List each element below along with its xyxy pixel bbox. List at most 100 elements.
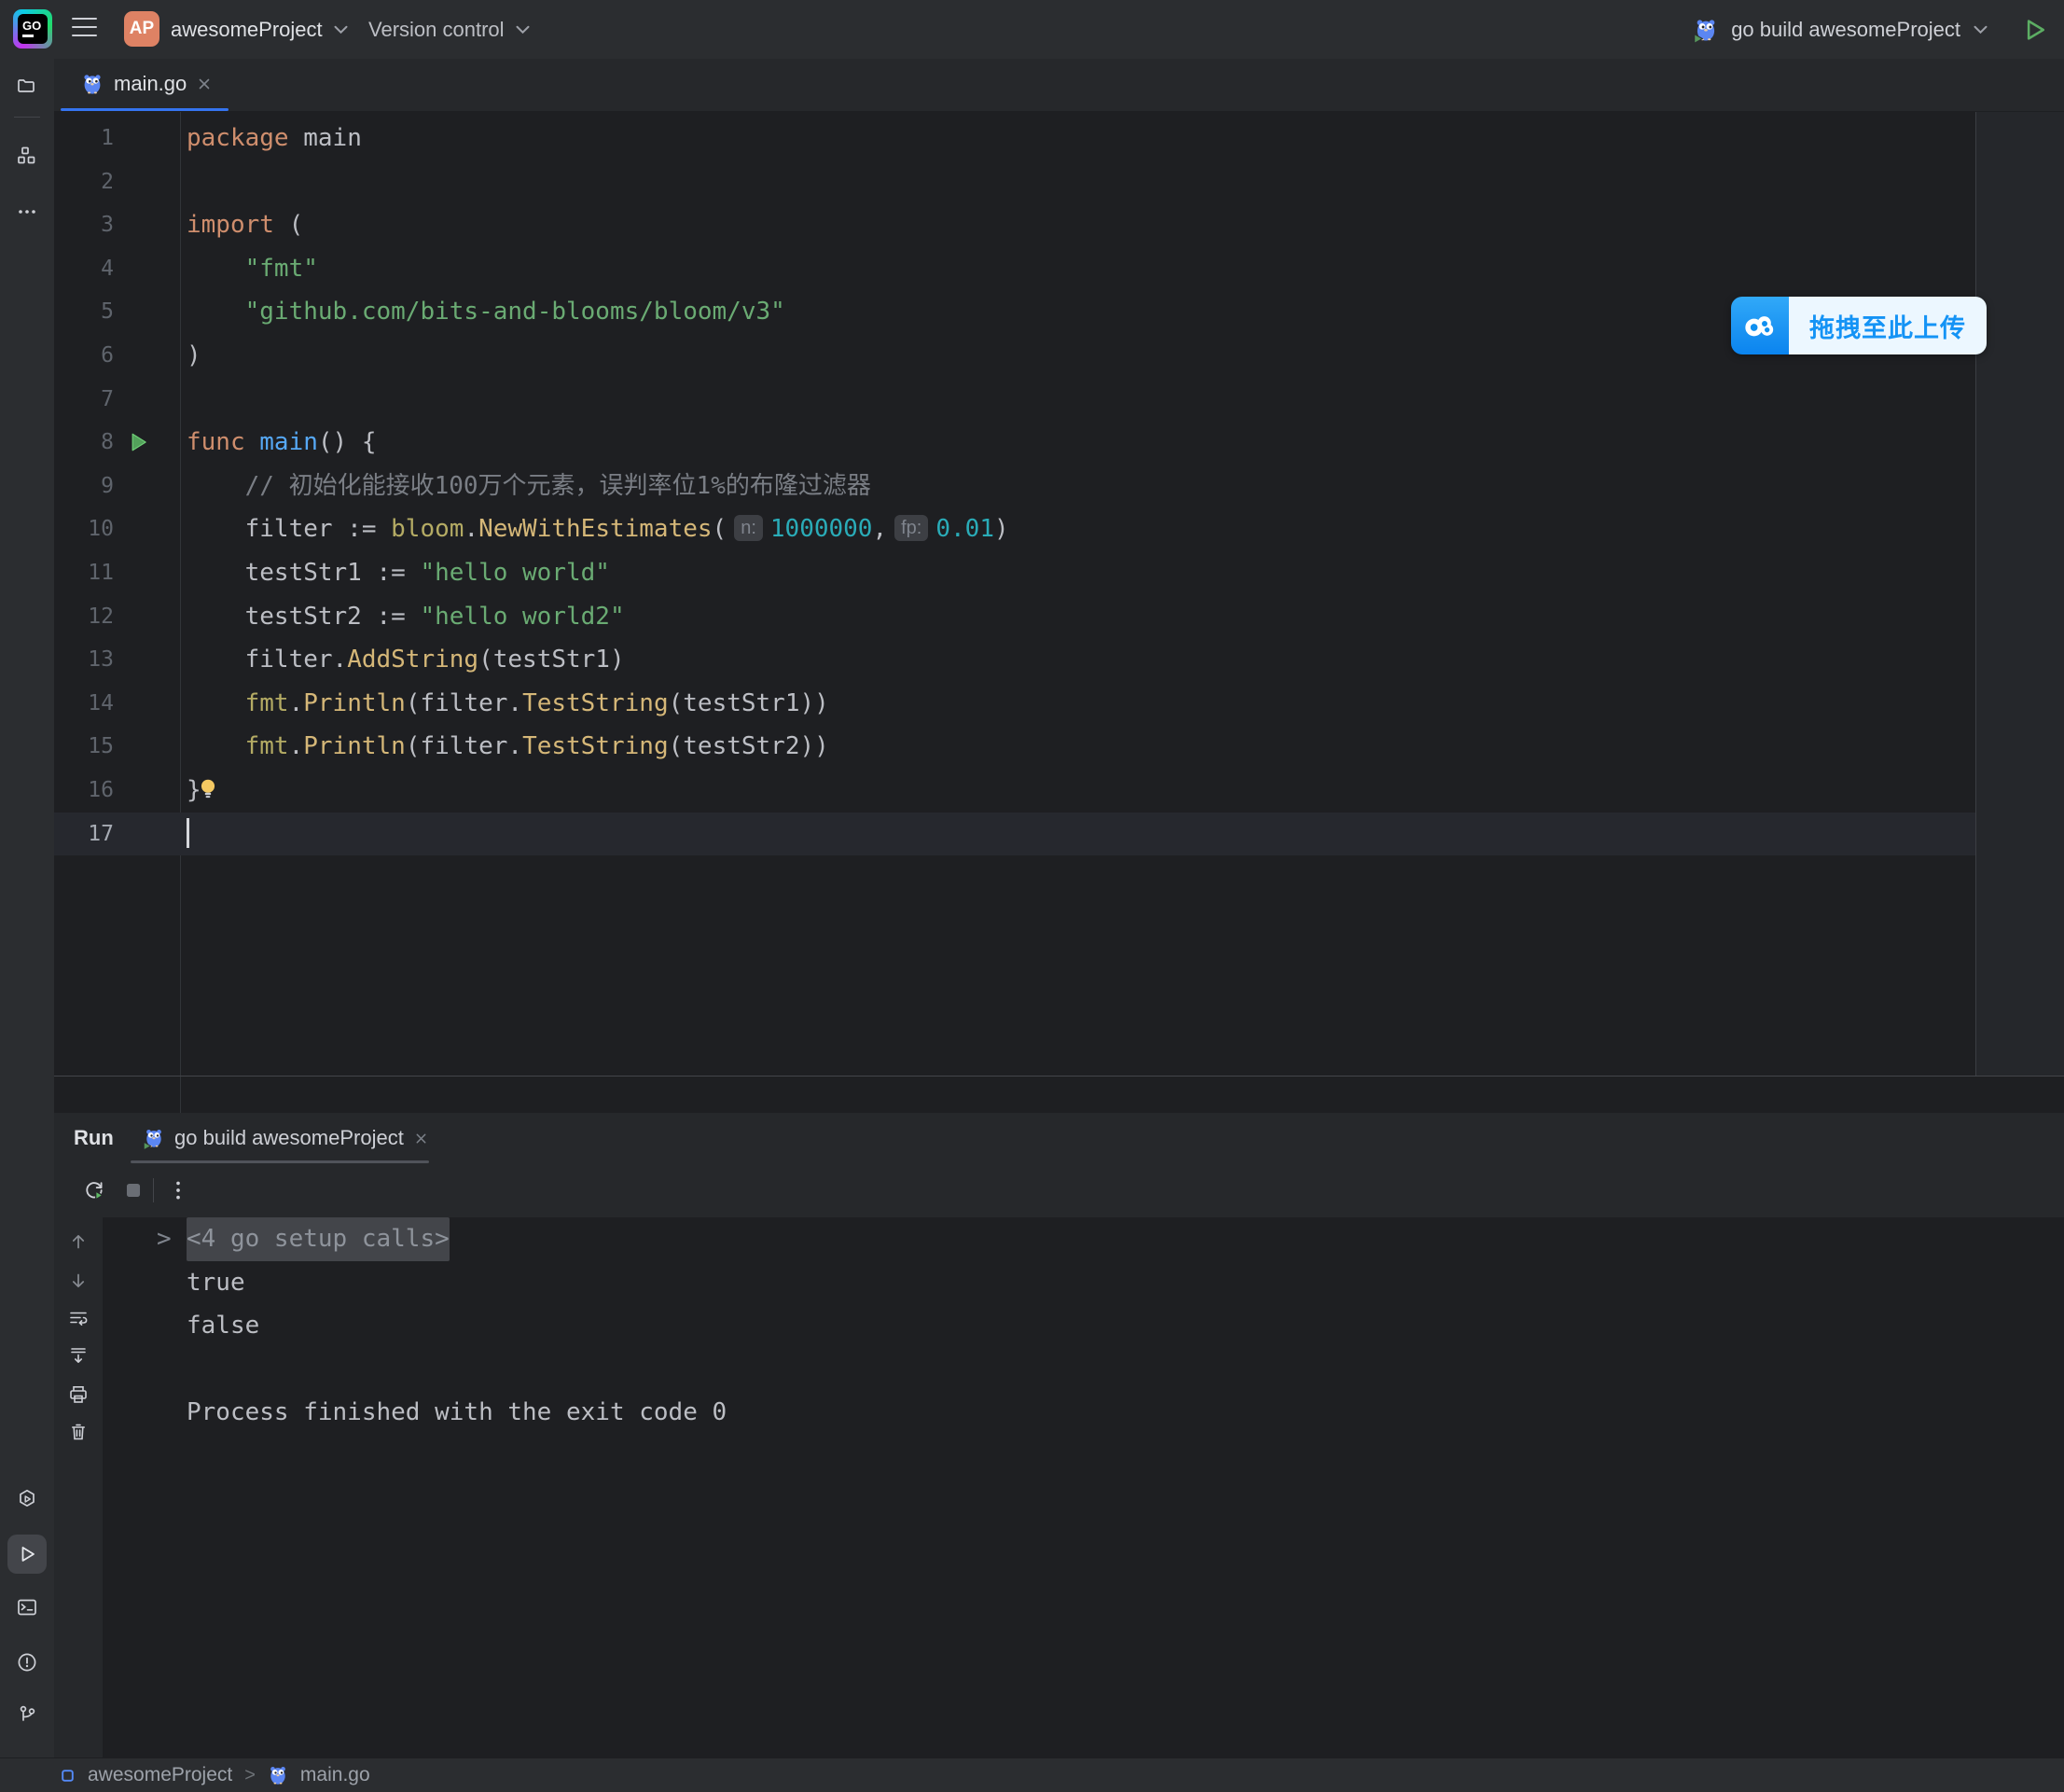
- project-folder-icon[interactable]: [16, 76, 38, 98]
- code-line-1[interactable]: 1package main: [54, 117, 1975, 160]
- code-line-9[interactable]: 9 // 初始化能接收100万个元素，误判率位1%的布隆过滤器: [54, 465, 1975, 508]
- gutter-marker: [125, 386, 157, 414]
- fold-expand-icon[interactable]: >: [157, 1217, 172, 1261]
- chevron-down-icon[interactable]: [1974, 25, 1988, 35]
- breadcrumb-project[interactable]: awesomeProject: [88, 1764, 232, 1786]
- line-number: 3: [54, 203, 114, 247]
- gutter-marker: [125, 690, 157, 718]
- run-line-icon[interactable]: [125, 429, 151, 455]
- code-text: }: [187, 769, 1975, 813]
- gutter-marker: [125, 516, 157, 544]
- code-line-12[interactable]: 12 testStr2 := "hello world2": [54, 595, 1975, 639]
- problems-icon[interactable]: [16, 1651, 38, 1674]
- close-icon[interactable]: [414, 1132, 428, 1146]
- go-run-config-icon: [1694, 18, 1718, 42]
- code-line-7[interactable]: 7: [54, 378, 1975, 422]
- project-name: awesomeProject: [171, 18, 323, 42]
- gutter-marker: [125, 169, 157, 197]
- breadcrumb-file[interactable]: main.go: [300, 1764, 370, 1786]
- git-branch-icon[interactable]: [16, 1703, 38, 1726]
- code-line-5[interactable]: 5 "github.com/bits-and-blooms/bloom/v3": [54, 290, 1975, 334]
- breadcrumb-separator: >: [244, 1765, 256, 1786]
- run-console[interactable]: ><4 go setup calls>truefalseProcess fini…: [103, 1217, 2064, 1757]
- next-occurrence-icon[interactable]: [67, 1270, 90, 1292]
- code-line-16[interactable]: 16}: [54, 769, 1975, 813]
- code-line-4[interactable]: 4 "fmt": [54, 247, 1975, 291]
- main-toolbar: GO AP awesomeProject Version control go …: [0, 0, 2064, 60]
- line-number: 5: [54, 290, 114, 334]
- code-line-11[interactable]: 11 testStr1 := "hello world": [54, 551, 1975, 595]
- clear-console-icon[interactable]: [67, 1421, 90, 1443]
- console-line: false: [103, 1304, 2064, 1348]
- structure-icon[interactable]: [16, 145, 38, 167]
- soft-wrap-icon[interactable]: [67, 1307, 90, 1329]
- code-line-10[interactable]: 10 filter := bloom.NewWithEstimates(n:10…: [54, 507, 1975, 551]
- token: (filter.: [406, 689, 522, 717]
- code-line-17[interactable]: 17: [54, 813, 1975, 856]
- activity-bar: [0, 59, 55, 1757]
- code-area: 1package main23import (4 "fmt"5 "github.…: [54, 117, 2064, 855]
- netdisk-cloud-icon: [1731, 297, 1789, 354]
- more-options-icon[interactable]: [166, 1178, 190, 1202]
- inlay-hint: fp:: [894, 515, 928, 541]
- token: fmt: [245, 689, 289, 717]
- hamburger-menu-icon[interactable]: [72, 18, 97, 40]
- more-tool-windows-icon[interactable]: [16, 201, 38, 223]
- gutter-marker: [125, 733, 157, 761]
- gutter-marker[interactable]: [125, 429, 157, 457]
- version-control-label: Version control: [368, 18, 505, 42]
- project-widget-icon[interactable]: [60, 1768, 76, 1784]
- console-fold-line[interactable]: > <4 go setup calls>: [103, 1217, 2064, 1261]
- token: [187, 472, 245, 500]
- code-line-2[interactable]: 2: [54, 160, 1975, 204]
- rerun-icon[interactable]: [82, 1178, 106, 1202]
- run-tool-window-selected[interactable]: [7, 1535, 47, 1574]
- line-number: 8: [54, 421, 114, 465]
- code-text: testStr2 := "hello world2": [187, 595, 1975, 639]
- token: Println: [303, 689, 406, 717]
- token: package: [187, 124, 289, 152]
- drag-upload-overlay[interactable]: 拖拽至此上传: [1731, 297, 1987, 354]
- project-selector[interactable]: awesomeProject: [171, 0, 348, 59]
- close-icon[interactable]: [197, 76, 212, 91]
- line-number: 13: [54, 638, 114, 682]
- gutter-marker: [125, 212, 157, 240]
- line-number: 2: [54, 160, 114, 204]
- token: main: [259, 428, 318, 456]
- token: testStr2 :=: [187, 603, 420, 631]
- prev-occurrence-icon[interactable]: [67, 1230, 90, 1253]
- terminal-icon[interactable]: [16, 1596, 38, 1618]
- code-editor[interactable]: 1package main23import (4 "fmt"5 "github.…: [54, 112, 2064, 1113]
- code-line-13[interactable]: 13 filter.AddString(testStr1): [54, 638, 1975, 682]
- goland-logo-icon: GO: [13, 9, 52, 49]
- code-text: func main() {: [187, 421, 1975, 465]
- gutter-marker: [125, 777, 157, 805]
- code-line-15[interactable]: 15 fmt.Println(filter.TestString(testStr…: [54, 725, 1975, 769]
- token: (: [274, 211, 303, 239]
- print-icon[interactable]: [67, 1383, 90, 1406]
- run-tab[interactable]: go build awesomeProject: [131, 1113, 441, 1163]
- code-line-14[interactable]: 14 fmt.Println(filter.TestString(testStr…: [54, 682, 1975, 726]
- run-panel-header: Run go build awesomeProject: [54, 1113, 2064, 1163]
- services-icon[interactable]: [16, 1488, 38, 1510]
- scroll-to-end-icon[interactable]: [67, 1344, 90, 1367]
- token: // 初始化能接收100万个元素，误判率位1%的布隆过滤器: [245, 472, 871, 500]
- code-line-6[interactable]: 6): [54, 334, 1975, 378]
- token: filter :=: [187, 515, 391, 543]
- token: NewWithEstimates: [478, 515, 712, 543]
- token: [187, 732, 245, 760]
- intention-bulb-icon[interactable]: [198, 777, 218, 801]
- tab-main-go[interactable]: main.go: [61, 59, 229, 108]
- run-config-name[interactable]: go build awesomeProject: [1731, 18, 1960, 42]
- code-line-8[interactable]: 8 func main() {: [54, 421, 1975, 465]
- version-control-selector[interactable]: Version control: [368, 0, 530, 59]
- line-number: 4: [54, 247, 114, 291]
- code-line-3[interactable]: 3import (: [54, 203, 1975, 247]
- run-button[interactable]: [2021, 16, 2049, 44]
- token: "fmt": [245, 255, 318, 283]
- code-text: fmt.Println(filter.TestString(testStr2)): [187, 725, 1975, 769]
- folded-setup-calls[interactable]: <4 go setup calls>: [187, 1217, 450, 1261]
- gutter-marker: [125, 473, 157, 501]
- drag-upload-label: 拖拽至此上传: [1789, 297, 1987, 354]
- stop-icon[interactable]: [121, 1178, 145, 1202]
